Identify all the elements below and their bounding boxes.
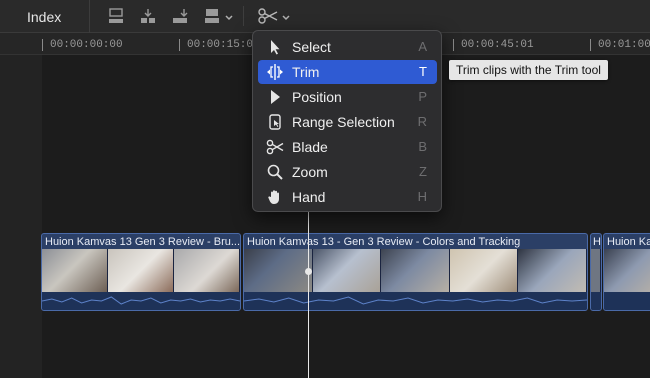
clip-filmstrip <box>591 249 601 293</box>
menu-item-label: Select <box>292 39 331 55</box>
shortcut-key: H <box>417 189 427 204</box>
clip-title: Huion Kamvas 13 Gen 3 Review - Bru... <box>45 236 241 248</box>
ruler-tick <box>453 39 454 51</box>
menu-item-trim[interactable]: Trim T <box>258 60 437 84</box>
shortcut-key: T <box>419 64 427 79</box>
menu-item-label: Position <box>292 89 342 105</box>
menu-item-label: Blade <box>292 139 328 155</box>
timeline-clip[interactable]: Huion Kamvas 13 Gen 3 Review - Bru... <box>41 233 241 311</box>
blade-scissors-icon <box>266 138 284 156</box>
clip-filmstrip <box>604 249 650 293</box>
ruler-timecode: 00:00:15:00 <box>187 39 260 51</box>
playhead[interactable] <box>308 200 309 378</box>
shortcut-key: A <box>418 39 427 54</box>
clip-audio-waveform <box>42 292 240 310</box>
menu-item-label: Trim <box>292 64 320 80</box>
clip-audio-waveform <box>244 292 587 310</box>
shortcut-key: Z <box>419 164 427 179</box>
menu-item-select[interactable]: Select A <box>258 35 437 59</box>
insert-clip-icon[interactable] <box>139 7 157 25</box>
tools-menu: Select A Trim T Position P Range Selecti… <box>252 30 442 212</box>
timeline-clip[interactable]: Huion Kamv <box>603 233 650 311</box>
clip-audio-waveform <box>591 292 601 310</box>
magnifier-icon <box>266 163 284 181</box>
menu-item-range-selection[interactable]: Range Selection R <box>258 110 437 134</box>
clip-title: Huion Kamv <box>607 236 650 248</box>
shortcut-key: P <box>418 89 427 104</box>
shortcut-key: R <box>417 114 427 129</box>
ruler-timecode: 00:00:00:00 <box>50 39 123 51</box>
clip-filmstrip <box>42 249 240 293</box>
clip-filmstrip <box>244 249 587 293</box>
index-panel-header: Index <box>0 0 90 33</box>
hand-icon <box>266 188 284 206</box>
connect-clip-icon[interactable] <box>107 7 125 25</box>
ruler-tick <box>179 39 180 51</box>
append-clip-icon[interactable] <box>171 7 189 25</box>
clip-audio-waveform <box>604 292 650 310</box>
menu-item-zoom[interactable]: Zoom Z <box>258 160 437 184</box>
overwrite-clip-icon[interactable] <box>203 7 221 25</box>
playhead-marker[interactable] <box>305 268 312 275</box>
timeline-left-gutter <box>0 33 42 378</box>
trim-icon <box>266 63 284 81</box>
menu-item-label: Hand <box>292 189 326 205</box>
menu-item-label: Zoom <box>292 164 328 180</box>
range-selection-icon <box>266 113 284 131</box>
ruler-timecode: 00:00:45:01 <box>461 39 534 51</box>
index-button[interactable]: Index <box>27 9 61 25</box>
menu-item-label: Range Selection <box>292 114 395 130</box>
timeline-clip[interactable]: Huion Kamvas 13 - Gen 3 Review - Colors … <box>243 233 588 311</box>
tooltip: Trim clips with the Trim tool <box>449 60 608 80</box>
chevron-down-icon[interactable] <box>281 10 291 21</box>
toolbar: Index <box>0 0 650 33</box>
clip-title: H <box>593 236 601 248</box>
clip-title: Huion Kamvas 13 - Gen 3 Review - Colors … <box>247 236 521 248</box>
toolbar-divider <box>243 6 244 26</box>
ruler-timecode: 00:01:00 <box>598 39 650 51</box>
ruler-tick <box>42 39 43 51</box>
arrow-pointer-icon <box>266 38 284 56</box>
blade-tool-icon[interactable] <box>257 7 279 25</box>
timeline-clip[interactable]: H <box>590 233 602 311</box>
menu-item-blade[interactable]: Blade B <box>258 135 437 159</box>
chevron-down-icon[interactable] <box>224 10 234 21</box>
menu-item-position[interactable]: Position P <box>258 85 437 109</box>
menu-item-hand[interactable]: Hand H <box>258 185 437 209</box>
shortcut-key: B <box>418 139 427 154</box>
position-arrow-icon <box>266 88 284 106</box>
ruler-tick <box>590 39 591 51</box>
